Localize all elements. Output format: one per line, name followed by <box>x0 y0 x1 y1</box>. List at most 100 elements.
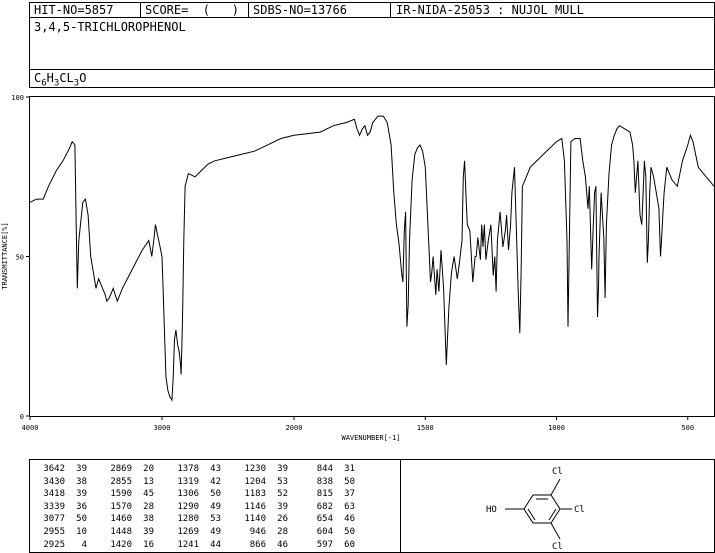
peak-transmittance: 50 <box>210 489 221 500</box>
peak-wavenumber: 604 <box>316 526 333 537</box>
label-cl-top: Cl <box>552 467 563 477</box>
peak-wavenumber: 1204 <box>244 476 266 487</box>
peak-row: 597 60 <box>305 539 355 552</box>
peak-wavenumber: 838 <box>316 476 333 487</box>
peak-transmittance: 39 <box>76 489 87 500</box>
peak-transmittance: 13 <box>143 476 154 487</box>
peak-row: 682 63 <box>305 501 355 514</box>
peak-transmittance: 4 <box>81 539 87 550</box>
peak-transmittance: 38 <box>143 514 154 525</box>
peak-row: 866 46 <box>238 539 288 552</box>
peak-transmittance: 49 <box>210 526 221 537</box>
peak-row: 2925 4 <box>37 539 87 552</box>
peak-wavenumber: 1460 <box>110 514 132 525</box>
peak-row: 1448 39 <box>104 526 154 539</box>
peak-wavenumber: 1146 <box>244 501 266 512</box>
peak-transmittance: 39 <box>277 464 288 474</box>
peak-row: 2869 20 <box>104 463 154 476</box>
peak-transmittance: 52 <box>277 489 288 500</box>
peak-row: 3430 38 <box>37 476 87 489</box>
peak-transmittance: 37 <box>344 489 355 500</box>
peak-transmittance: 46 <box>277 539 288 550</box>
x-tick-label: 3000 <box>154 424 171 432</box>
peak-transmittance: 50 <box>344 526 355 537</box>
peak-wavenumber: 1306 <box>177 489 199 500</box>
peak-row: 1269 49 <box>171 526 221 539</box>
peak-transmittance: 63 <box>344 501 355 512</box>
peak-transmittance: 60 <box>344 539 355 550</box>
peak-row: 1290 49 <box>171 501 221 514</box>
peak-transmittance: 44 <box>210 539 221 550</box>
peak-wavenumber: 3077 <box>43 514 65 525</box>
peak-wavenumber: 2925 <box>43 539 65 550</box>
peak-wavenumber: 1140 <box>244 514 266 525</box>
peak-column: 1378 43 1319 42 1306 50 1290 49 1280 53 1269 49 1241… <box>171 463 221 551</box>
peak-wavenumber: 1378 <box>177 464 199 474</box>
peak-row: 654 46 <box>305 513 355 526</box>
peak-transmittance: 10 <box>76 526 87 537</box>
peak-transmittance: 28 <box>277 526 288 537</box>
peak-wavenumber: 1570 <box>110 501 132 512</box>
peak-transmittance: 39 <box>76 464 87 474</box>
bond-cl-bottom <box>550 522 561 540</box>
peak-column: 3642 39 3430 38 3418 39 3339 36 3077 50 2955 10 2925… <box>37 463 87 551</box>
label-cl-bottom: Cl <box>552 542 563 552</box>
peak-row: 3339 36 <box>37 501 87 514</box>
y-tick-label: 50 <box>16 254 24 262</box>
x-axis-label: WAVENUMBER[-1] <box>341 434 400 442</box>
peak-transmittance: 39 <box>143 526 154 537</box>
peak-wavenumber: 1230 <box>244 464 266 474</box>
peak-row: 3642 39 <box>37 463 87 476</box>
peak-wavenumber: 1319 <box>177 476 199 487</box>
peak-wavenumber: 3339 <box>43 501 65 512</box>
y-axis-label: TRANSMITTANCE[%] <box>1 222 9 289</box>
peak-wavenumber: 597 <box>316 539 333 550</box>
peak-row: 1420 16 <box>104 539 154 552</box>
peak-row: 1460 38 <box>104 513 154 526</box>
peak-row: 3077 50 <box>37 513 87 526</box>
x-tick-label: 1500 <box>417 424 434 432</box>
peak-row: 1241 44 <box>171 539 221 552</box>
peak-wavenumber: 946 <box>249 526 266 537</box>
peak-transmittance: 50 <box>344 476 355 487</box>
peak-transmittance: 50 <box>76 514 87 525</box>
ir-spectrum-chart: 0 50 100 4000 3000 2000 1500 1000 500 WAVENUMBE… <box>1 94 715 442</box>
peak-wavenumber: 1183 <box>244 489 266 500</box>
peak-row: 604 50 <box>305 526 355 539</box>
peak-wavenumber: 654 <box>316 514 333 525</box>
peak-wavenumber: 1448 <box>110 526 132 537</box>
x-tick-label: 4000 <box>22 424 39 432</box>
peak-column: 844 31 838 50 815 37 682 63 654 46 604 50 597 60 <box>305 463 355 551</box>
peak-row: 2955 10 <box>37 526 87 539</box>
peak-row: 1590 45 <box>104 488 154 501</box>
peak-row: 1146 39 <box>238 501 288 514</box>
peak-row: 1378 43 <box>171 463 221 476</box>
peak-transmittance: 31 <box>344 464 355 474</box>
peak-row: 838 50 <box>305 476 355 489</box>
peak-transmittance: 36 <box>76 501 87 512</box>
peak-row: 946 28 <box>238 526 288 539</box>
peak-transmittance: 39 <box>277 501 288 512</box>
y-tick-label: 0 <box>20 413 24 421</box>
peak-transmittance: 28 <box>143 501 154 512</box>
peak-wavenumber: 3642 <box>43 464 65 474</box>
peak-transmittance: 16 <box>143 539 154 550</box>
peak-row: 1280 53 <box>171 513 221 526</box>
peak-row: 1140 26 <box>238 513 288 526</box>
peak-wavenumber: 1590 <box>110 489 132 500</box>
peak-transmittance: 49 <box>210 501 221 512</box>
peak-wavenumber: 2869 <box>110 464 132 474</box>
x-tick-label: 500 <box>681 424 694 432</box>
peak-transmittance: 46 <box>344 514 355 525</box>
peak-wavenumber: 2855 <box>110 476 132 487</box>
peak-wavenumber: 682 <box>316 501 333 512</box>
peak-wavenumber: 2955 <box>43 526 65 537</box>
peak-wavenumber: 815 <box>316 489 333 500</box>
peak-wavenumber: 3418 <box>43 489 65 500</box>
peak-transmittance: 53 <box>277 476 288 487</box>
peak-row: 1306 50 <box>171 488 221 501</box>
peak-wavenumber: 1269 <box>177 526 199 537</box>
peak-row: 1204 53 <box>238 476 288 489</box>
peak-transmittance: 42 <box>210 476 221 487</box>
chemical-structure: HO Cl Cl Cl <box>486 467 585 552</box>
